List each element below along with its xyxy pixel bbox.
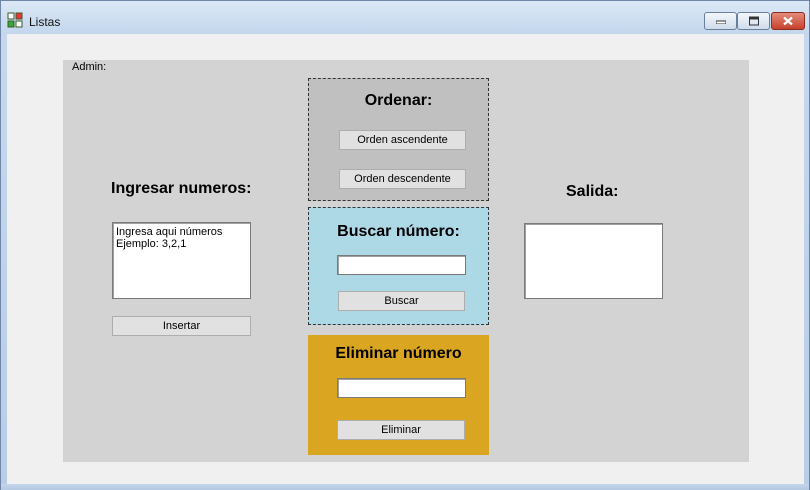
minimize-button[interactable] <box>704 12 737 30</box>
input-heading: Ingresar numeros: <box>111 180 252 197</box>
search-group: Buscar número: Buscar <box>308 207 489 325</box>
admin-panel: Admin: Ingresar numeros: Ingresa aqui nú… <box>63 60 749 462</box>
window-title: Listas <box>29 15 61 29</box>
search-title: Buscar número: <box>337 223 460 240</box>
sort-descending-button[interactable]: Orden descendente <box>339 169 466 189</box>
numbers-textarea[interactable]: Ingresa aqui números Ejemplo: 3,2,1 <box>112 222 251 299</box>
output-heading: Salida: <box>566 183 619 200</box>
output-textbox[interactable] <box>524 223 663 299</box>
window-bottom-border <box>1 484 809 490</box>
close-icon <box>783 16 793 26</box>
sort-title: Ordenar: <box>364 92 433 109</box>
app-window: Listas Admin: Ingresar numeros: Ingresa … <box>0 0 810 490</box>
maximize-icon <box>748 16 759 26</box>
numbers-textarea-text: Ingresa aqui números Ejemplo: 3,2,1 <box>116 226 223 250</box>
delete-group: Eliminar número Eliminar <box>308 335 489 455</box>
minimize-icon <box>715 20 726 24</box>
sort-group: Ordenar: Orden ascendente Orden descende… <box>308 78 489 201</box>
search-input[interactable] <box>337 255 466 275</box>
insert-button[interactable]: Insertar <box>112 316 251 336</box>
delete-input[interactable] <box>337 378 466 398</box>
title-bar[interactable]: Listas <box>1 1 809 35</box>
delete-title: Eliminar número <box>335 345 462 362</box>
sort-ascending-button[interactable]: Orden ascendente <box>339 130 466 150</box>
grid-app-icon[interactable] <box>7 12 23 28</box>
close-button[interactable] <box>771 12 805 30</box>
maximize-button[interactable] <box>737 12 770 30</box>
delete-button[interactable]: Eliminar <box>337 420 465 440</box>
client-area: Admin: Ingresar numeros: Ingresa aqui nú… <box>7 34 804 484</box>
search-button[interactable]: Buscar <box>338 291 465 311</box>
admin-label: Admin: <box>72 61 107 73</box>
